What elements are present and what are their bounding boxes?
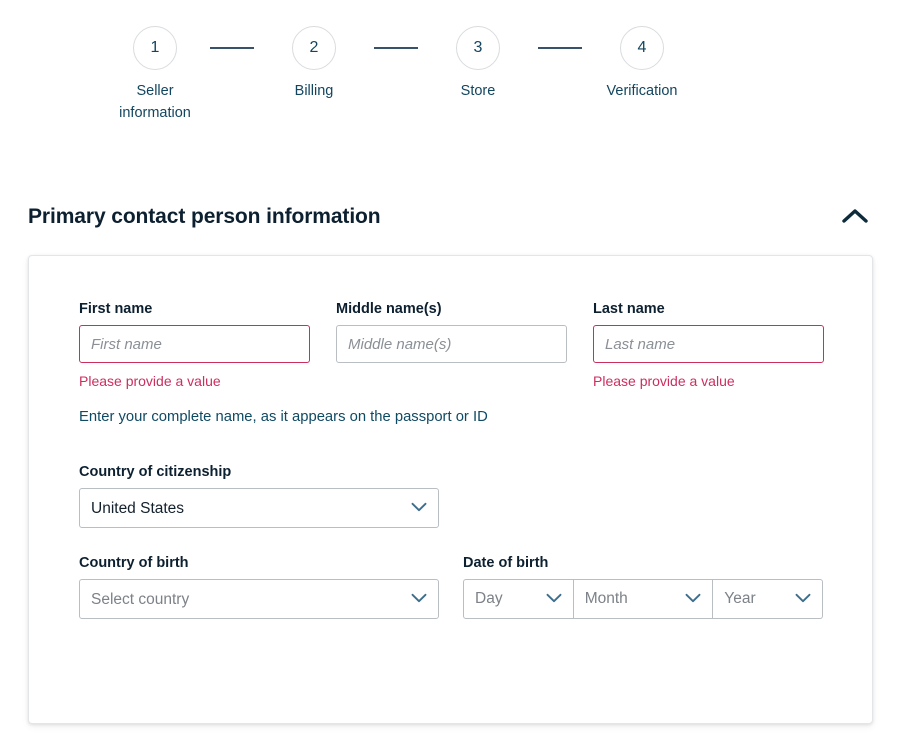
middle-name-field-group: Middle name(s)	[336, 301, 567, 391]
date-of-birth-day-value: Day	[475, 590, 503, 608]
first-name-error: Please provide a value	[79, 373, 221, 390]
last-name-input[interactable]	[593, 325, 824, 364]
date-of-birth-day-select[interactable]: Day	[463, 579, 574, 620]
date-of-birth-month-value: Month	[584, 590, 628, 608]
first-name-input[interactable]	[79, 325, 310, 364]
country-of-citizenship-select[interactable]: United States	[79, 488, 439, 529]
stepper-step-seller-information[interactable]: 1 Seller information	[100, 26, 210, 125]
registration-stepper: 1 Seller information 2 Billing 3 Store 4…	[100, 26, 702, 125]
step-number-circle-4: 4	[620, 26, 664, 70]
step-number-circle-1: 1	[133, 26, 177, 70]
date-of-birth-label: Date of birth	[463, 555, 549, 571]
country-of-birth-select[interactable]: Select country	[79, 579, 439, 620]
step-number-circle-3: 3	[456, 26, 500, 70]
stepper-step-verification[interactable]: 4 Verification	[582, 26, 702, 102]
chevron-down-icon	[411, 499, 427, 517]
stepper-connector-2-3	[374, 47, 418, 49]
stepper-connector-3-4	[538, 47, 582, 49]
step-number-3: 3	[473, 39, 483, 56]
first-name-field-group: First name Please provide a value	[79, 301, 310, 391]
primary-contact-card: First name Please provide a value Middle…	[28, 255, 873, 724]
date-of-birth-year-select[interactable]: Year	[713, 579, 823, 620]
stepper-step-billing[interactable]: 2 Billing	[254, 26, 374, 102]
date-of-birth-group: Date of birth Day Month Year	[463, 555, 823, 620]
country-of-birth-label: Country of birth	[79, 555, 189, 571]
last-name-label: Last name	[593, 301, 665, 317]
chevron-down-icon	[795, 590, 811, 608]
country-of-birth-select-wrap: Select country	[79, 579, 439, 620]
seller-registration-page: 1 Seller information 2 Billing 3 Store 4…	[0, 0, 900, 748]
step-label-2: Billing	[294, 83, 334, 99]
last-name-error: Please provide a value	[593, 373, 735, 390]
country-of-citizenship-select-wrap: United States	[79, 488, 439, 529]
stepper-step-store[interactable]: 3 Store	[418, 26, 538, 102]
section-collapse-toggle[interactable]	[838, 202, 872, 232]
step-number-1: 1	[150, 39, 160, 56]
step-label-4: Verification	[606, 83, 678, 99]
date-of-birth-month-select[interactable]: Month	[573, 579, 714, 620]
step-number-4: 4	[637, 39, 647, 56]
country-of-citizenship-label: Country of citizenship	[79, 464, 232, 480]
chevron-down-icon	[411, 590, 427, 608]
middle-name-label: Middle name(s)	[336, 301, 442, 317]
country-of-citizenship-value: United States	[91, 499, 185, 517]
chevron-down-icon	[685, 590, 701, 608]
chevron-up-icon	[842, 208, 868, 227]
stepper-connector-1-2	[210, 47, 254, 49]
step-label-3: Store	[460, 83, 496, 99]
section-header: Primary contact person information	[28, 202, 872, 232]
birth-fields-row: Country of birth Select country Date of …	[79, 555, 824, 620]
card-body: First name Please provide a value Middle…	[29, 256, 872, 620]
name-helper-text: Enter your complete name, as it appears …	[79, 409, 488, 425]
first-name-label: First name	[79, 301, 153, 317]
date-of-birth-year-value: Year	[724, 590, 756, 608]
name-fields-row: First name Please provide a value Middle…	[79, 301, 824, 391]
date-of-birth-selects: Day Month Year	[463, 579, 823, 620]
page-title: Primary contact person information	[28, 205, 381, 228]
country-of-birth-group: Country of birth Select country	[79, 555, 439, 620]
step-number-2: 2	[309, 39, 319, 56]
step-number-circle-2: 2	[292, 26, 336, 70]
chevron-down-icon	[546, 590, 562, 608]
step-label-1: Seller information	[119, 83, 191, 122]
middle-name-input[interactable]	[336, 325, 567, 364]
last-name-field-group: Last name Please provide a value	[593, 301, 824, 391]
country-of-birth-value: Select country	[91, 590, 190, 608]
country-of-citizenship-group: Country of citizenship United States	[79, 464, 439, 529]
